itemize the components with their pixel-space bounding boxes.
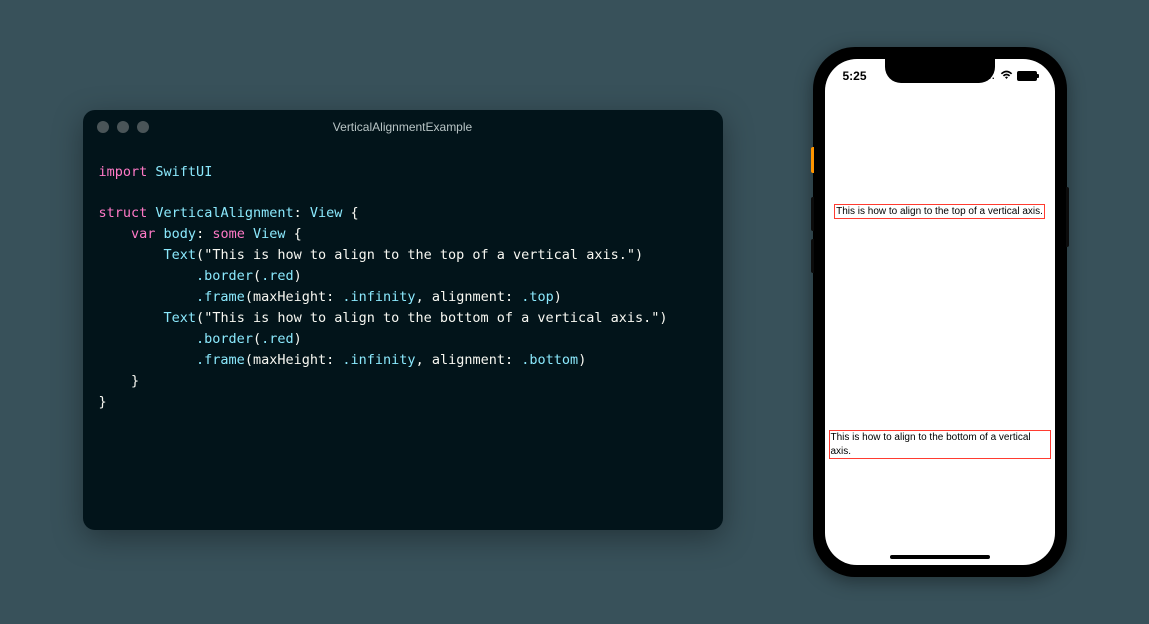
code-area: import SwiftUI struct VerticalAlignment:… (83, 144, 723, 431)
code-fn: Text (164, 310, 197, 326)
app-content: This is how to align to the top of a ver… (825, 93, 1055, 565)
code-string: "This is how to align to the top of a ve… (204, 247, 635, 263)
volume-up-button (811, 197, 814, 231)
side-button (1066, 187, 1069, 247)
editor-title: VerticalAlignmentExample (83, 120, 723, 134)
window-controls[interactable] (97, 121, 149, 133)
home-indicator (890, 555, 990, 559)
code-method: .frame (196, 352, 245, 368)
code-method: .border (196, 268, 253, 284)
code-keyword: some (212, 226, 245, 242)
code-identifier: body (164, 226, 197, 242)
code-enum: .red (261, 331, 294, 347)
code-arg: alignment (432, 352, 505, 368)
code-method: .border (196, 331, 253, 347)
code-keyword: var (131, 226, 155, 242)
code-enum: .infinity (342, 289, 415, 305)
top-aligned-text: This is how to align to the top of a ver… (834, 204, 1045, 220)
code-type: View (253, 226, 286, 242)
code-arg: maxHeight (253, 289, 326, 305)
code-enum: .red (261, 268, 294, 284)
wifi-icon (1000, 70, 1013, 83)
code-string: "This is how to align to the bottom of a… (204, 310, 659, 326)
code-fn: Text (164, 247, 197, 263)
code-type: View (310, 205, 343, 221)
battery-icon (1017, 71, 1037, 81)
iphone-frame: 5:25 .... This is how to align to the to… (813, 47, 1067, 577)
code-arg: alignment (432, 289, 505, 305)
mute-switch-icon (811, 147, 814, 173)
status-time: 5:25 (843, 69, 867, 83)
code-type: VerticalAlignment (155, 205, 293, 221)
notch (885, 59, 995, 83)
bottom-aligned-text: This is how to align to the bottom of a … (829, 430, 1051, 459)
code-keyword: import (99, 164, 148, 180)
code-editor-window: VerticalAlignmentExample import SwiftUI … (83, 110, 723, 530)
iphone-screen: 5:25 .... This is how to align to the to… (825, 59, 1055, 565)
code-arg: maxHeight (253, 352, 326, 368)
close-dot[interactable] (97, 121, 109, 133)
bottom-aligned-frame: This is how to align to the bottom of a … (829, 328, 1051, 561)
code-enum: .bottom (521, 352, 578, 368)
minimize-dot[interactable] (117, 121, 129, 133)
code-method: .frame (196, 289, 245, 305)
code-enum: .top (521, 289, 554, 305)
code-enum: .infinity (342, 352, 415, 368)
editor-titlebar: VerticalAlignmentExample (83, 110, 723, 144)
code-keyword: struct (99, 205, 148, 221)
volume-down-button (811, 239, 814, 273)
code-type: SwiftUI (155, 164, 212, 180)
top-aligned-frame: This is how to align to the top of a ver… (829, 95, 1051, 328)
maximize-dot[interactable] (137, 121, 149, 133)
